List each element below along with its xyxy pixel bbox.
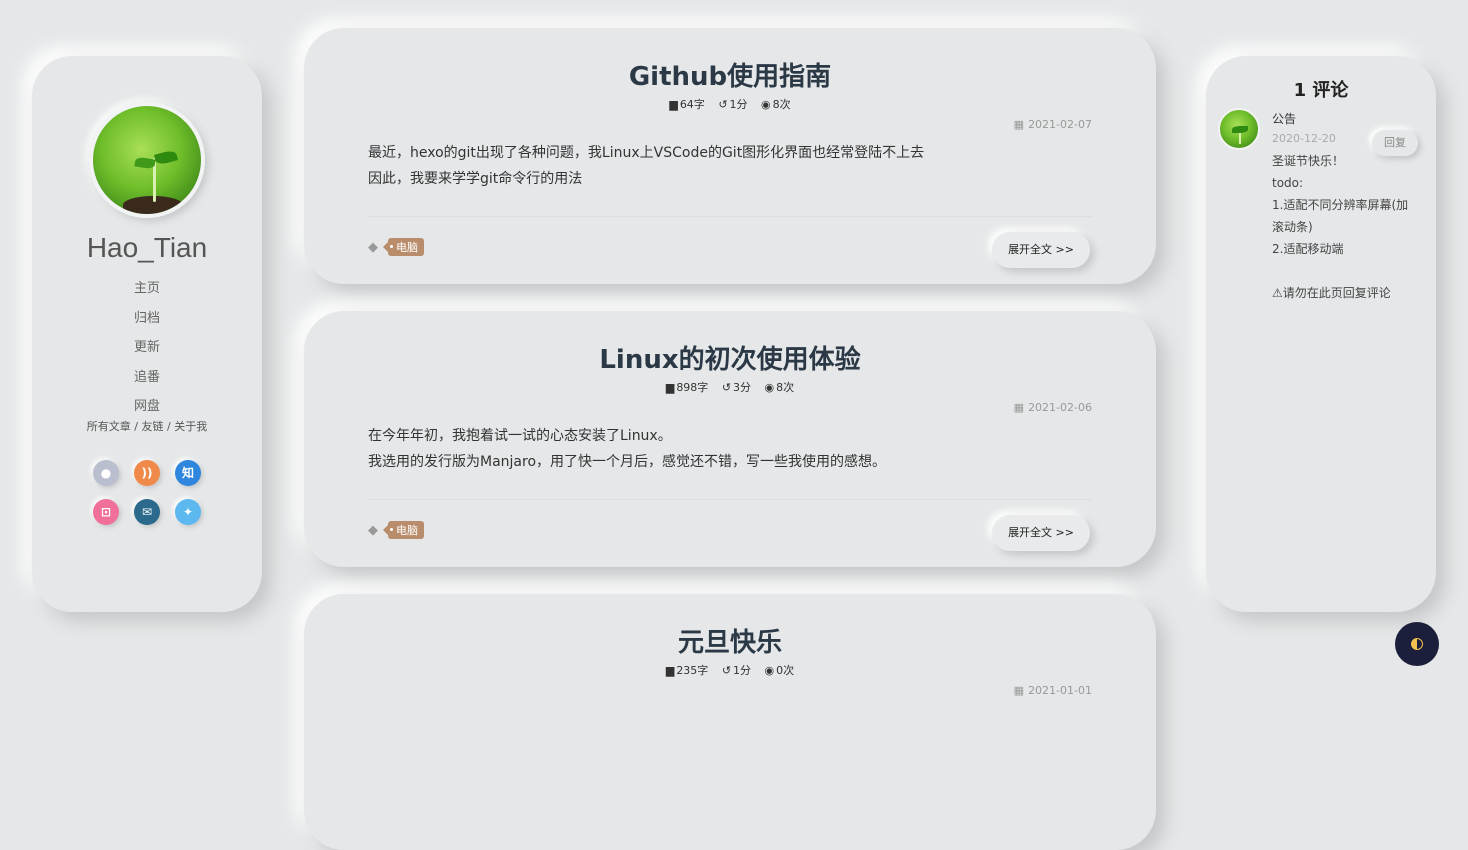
post-date: ▦ 2021-02-07 xyxy=(1013,118,1092,131)
history-icon: ↺ xyxy=(721,663,732,677)
tag-badge[interactable]: 电脑 xyxy=(383,238,424,256)
extra-links: 所有文章 / 友链 / 关于我 xyxy=(86,419,208,433)
post-excerpt: 最近，hexo的git出现了各种问题，我Linux上VSCode的Git图形化界… xyxy=(368,145,925,187)
post-title[interactable]: Github使用指南 xyxy=(304,56,1156,93)
history-icon: ↺ xyxy=(718,97,728,111)
comment-date: 2020-12-20 xyxy=(1272,132,1336,145)
comment-avatar[interactable] xyxy=(1218,108,1260,150)
calendar-icon: ▦ xyxy=(1013,684,1025,697)
comment-line: 2.适配移动端 xyxy=(1272,242,1344,256)
comment-line: 圣诞节快乐！ xyxy=(1272,154,1345,168)
read-more-button[interactable]: 展开全文 >> xyxy=(992,232,1090,268)
calendar-icon: ▦ xyxy=(1013,118,1025,131)
post-card: Linux的初次使用体验 ▆ 898字 ↺ 3分 ◉ 8次 ▦ 2021-02-06 在今… xyxy=(304,311,1156,567)
nav-item-updates[interactable]: 更新 xyxy=(134,333,160,363)
word-count: 898字 xyxy=(676,381,709,394)
file-icon: ▆ xyxy=(665,380,675,394)
comment-line: 滚动条) xyxy=(1272,220,1313,234)
eye-icon: ◉ xyxy=(761,97,771,111)
file-icon: ▆ xyxy=(665,663,675,677)
author-name: Hao_Tian xyxy=(86,232,208,263)
zhihu-icon[interactable]: 知 xyxy=(175,459,201,486)
view-count: 8次 xyxy=(772,98,791,111)
profile-card: Hao_Tian 主页 归档 更新 追番 网盘 所有文章 / 友链 / 关于我 … xyxy=(32,56,262,612)
read-time: 3分 xyxy=(733,381,752,394)
post-card: 元旦快乐 ▆ 235字 ↺ 1分 ◉ 0次 ▦ 2021-01-01 xyxy=(304,594,1156,850)
read-time: 1分 xyxy=(733,664,752,677)
comment-line: todo: xyxy=(1272,176,1304,190)
read-more-button[interactable]: 展开全文 >> xyxy=(992,515,1090,551)
github-icon[interactable]: ● xyxy=(93,459,119,486)
eye-icon: ◉ xyxy=(764,380,775,394)
comment-line: ⚠请勿在此页回复评论 xyxy=(1272,286,1391,300)
comment-body: 圣诞节快乐！ todo: 1.适配不同分辨率屏幕(加 滚动条) 2.适配移动端 ⚠请勿在此… xyxy=(1272,150,1422,304)
post-meta: ▆ 235字 ↺ 1分 ◉ 0次 xyxy=(304,662,1156,678)
comments-card: 1 评论 公告 2020-12-20 回复 圣诞节快乐！ todo: 1.适配不同分… xyxy=(1206,56,1436,612)
half-moon-icon xyxy=(1411,638,1423,650)
post-card: Github使用指南 ▆ 64字 ↺ 1分 ◉ 8次 ▦ 2021-02-07 最近，he… xyxy=(304,28,1156,284)
post-title[interactable]: Linux的初次使用体验 xyxy=(304,339,1156,376)
post-title[interactable]: 元旦快乐 xyxy=(304,622,1156,659)
dark-mode-toggle[interactable] xyxy=(1395,622,1439,666)
eye-icon: ◉ xyxy=(764,663,775,677)
calendar-icon: ▦ xyxy=(1013,401,1025,414)
post-excerpt: 在今年年初，我抱着试一试的心态安装了Linux。 我选用的发行版为Manjaro，… xyxy=(368,428,887,470)
rss-icon[interactable]: )) xyxy=(134,459,160,486)
word-count: 64字 xyxy=(679,98,705,111)
post-date: ▦ 2021-01-01 xyxy=(1013,684,1092,697)
comment-author[interactable]: 公告 xyxy=(1272,110,1296,127)
comments-title: 1 评论 xyxy=(1293,80,1349,101)
post-meta: ▆ 898字 ↺ 3分 ◉ 8次 xyxy=(304,379,1156,395)
post-tags: ◆ 电脑 xyxy=(368,238,424,256)
view-count: 8次 xyxy=(776,381,795,394)
post-meta: ▆ 64字 ↺ 1分 ◉ 8次 xyxy=(304,96,1156,112)
nav-item-archive[interactable]: 归档 xyxy=(134,304,160,334)
email-icon[interactable]: ✉ xyxy=(134,498,160,525)
comment-line: 1.适配不同分辨率屏幕(加 xyxy=(1272,198,1409,212)
link-all-posts[interactable]: 所有文章 xyxy=(87,420,131,433)
nav-item-home[interactable]: 主页 xyxy=(134,274,160,304)
author-avatar[interactable] xyxy=(89,102,205,218)
link-about[interactable]: 关于我 xyxy=(174,420,207,433)
post-date: ▦ 2021-02-06 xyxy=(1013,401,1092,414)
nav-item-anime[interactable]: 追番 xyxy=(134,363,160,393)
post-divider xyxy=(368,216,1092,217)
file-icon: ▆ xyxy=(669,97,678,111)
post-divider xyxy=(368,499,1092,500)
twitter-icon[interactable]: ✦ xyxy=(175,498,201,525)
post-tags: ◆ 电脑 xyxy=(368,521,424,539)
site-nav: 主页 归档 更新 追番 网盘 xyxy=(134,274,160,422)
comment-line xyxy=(1272,260,1422,282)
tag-icon: ◆ xyxy=(368,522,378,538)
word-count: 235字 xyxy=(676,664,709,677)
social-links: ●)) 知 ⊡ ✉ ✦ xyxy=(93,459,201,525)
bilibili-icon[interactable]: ⊡ xyxy=(93,498,119,525)
history-icon: ↺ xyxy=(721,380,732,394)
read-time: 1分 xyxy=(729,98,748,111)
view-count: 0次 xyxy=(776,664,795,677)
link-friends[interactable]: 友链 xyxy=(142,420,164,433)
tag-icon: ◆ xyxy=(368,239,378,255)
tag-badge[interactable]: 电脑 xyxy=(383,521,424,539)
